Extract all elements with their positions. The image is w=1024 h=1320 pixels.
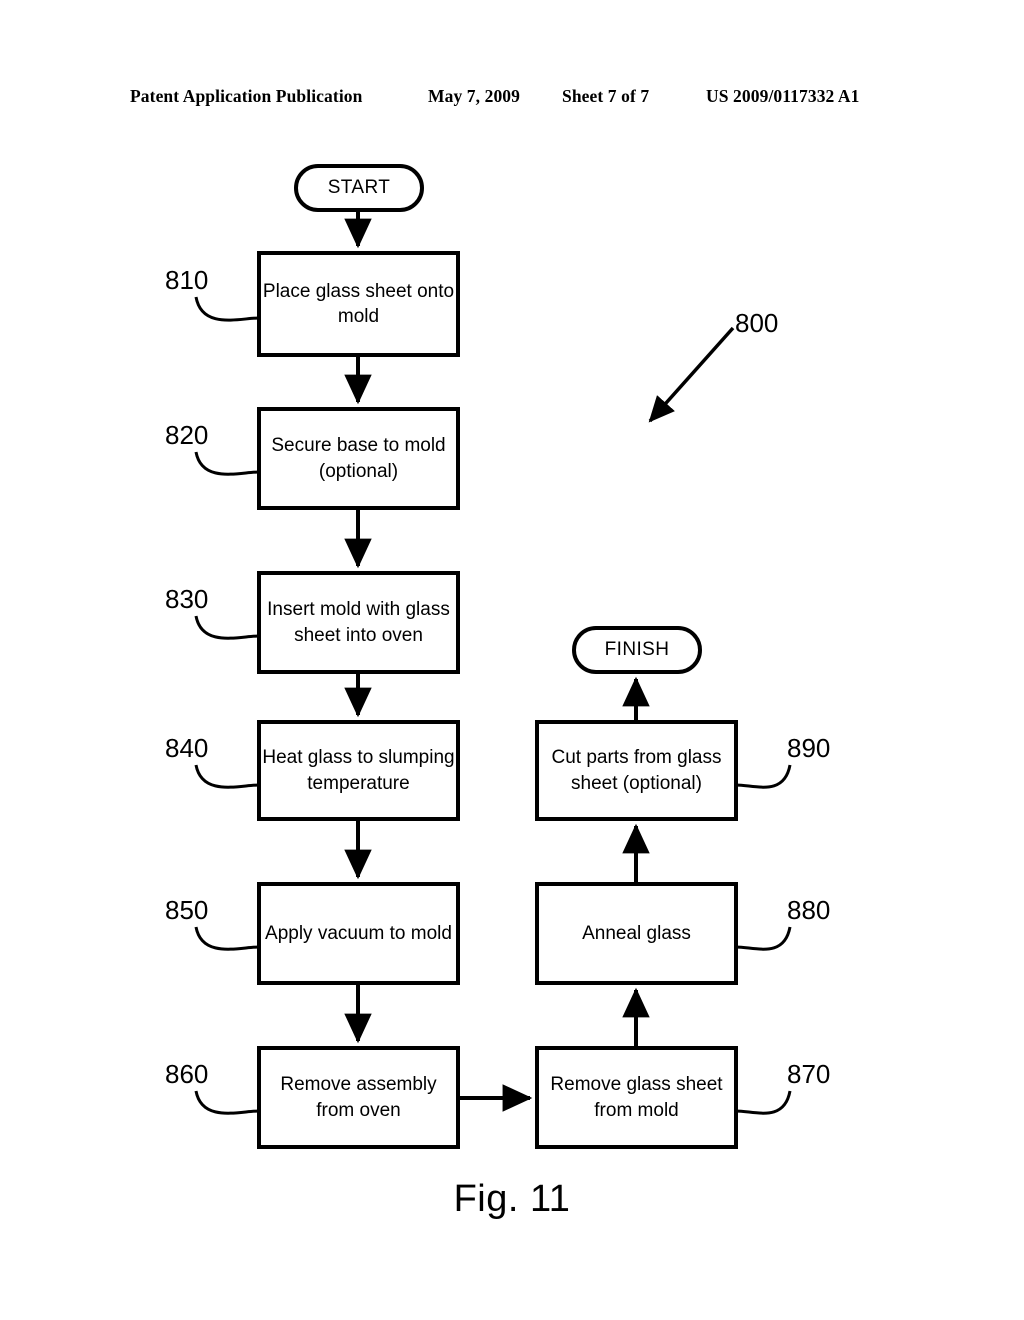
terminator-finish-shape [572,626,702,674]
reference-numeral-890: 890 [787,733,831,763]
reference-numeral-880: 880 [787,895,831,925]
process-box-860 [257,1046,460,1149]
process-box-850 [257,882,460,985]
leader-line-850 [194,926,260,951]
leader-line-830 [194,615,260,640]
leader-line-820 [194,451,260,476]
process-box-810 [257,251,460,357]
reference-numeral-840: 840 [165,733,209,763]
reference-numeral-830: 830 [165,584,209,614]
leader-line-810 [194,296,260,322]
leader-line-890 [735,764,792,789]
process-box-870 [535,1046,738,1149]
flowchart-svg [194,164,792,1149]
process-box-830 [257,571,460,674]
leader-line-880 [735,926,792,951]
process-box-820 [257,407,460,510]
leader-line-860 [194,1090,260,1115]
reference-numeral-810: 810 [165,265,209,295]
process-box-840 [257,720,460,821]
flowchart-figure [0,0,1024,1320]
terminator-start-shape [294,164,424,212]
leader-line-870 [735,1090,792,1115]
figure-caption: Fig. 11 [453,1178,571,1220]
reference-numeral-820: 820 [165,420,209,450]
reference-numeral-860: 860 [165,1059,209,1089]
leader-arrow-800 [648,326,735,423]
process-box-890 [535,720,738,821]
reference-numeral-850: 850 [165,895,209,925]
reference-numeral-800: 800 [735,308,779,338]
reference-numeral-870: 870 [787,1059,831,1089]
leader-line-840 [194,764,260,789]
process-box-880 [535,882,738,985]
